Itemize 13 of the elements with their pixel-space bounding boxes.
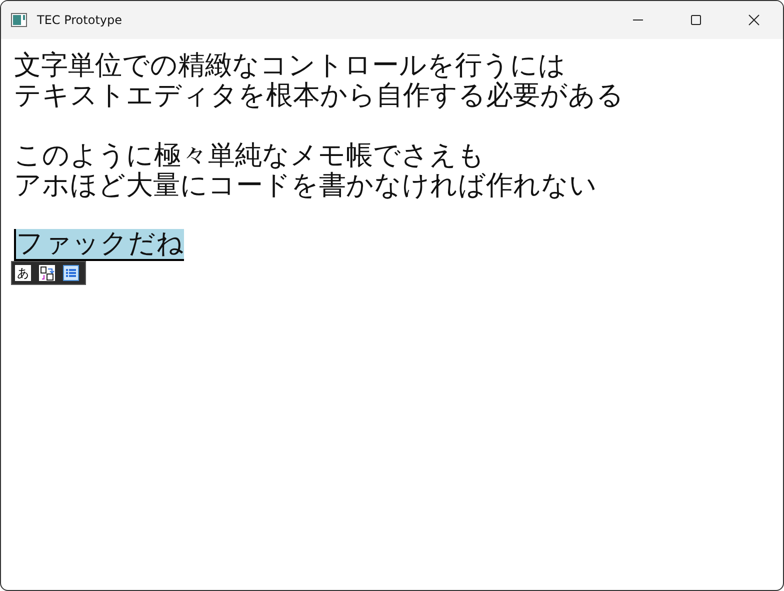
convert-icon[interactable] — [39, 265, 55, 281]
text-line: このように極々単純なメモ帳でさえも — [14, 141, 486, 171]
input-mode-button[interactable]: あ — [15, 265, 31, 281]
list-icon[interactable] — [63, 265, 79, 281]
window-title: TEC Prototype — [37, 13, 122, 27]
maximize-icon — [690, 14, 702, 26]
text-editor[interactable]: 文字単位での精緻なコントロールを行うには テキストエディタを根本から自作する必要がある このように極々単純なメモ帳でさえも アホほど大量にコードを書かなければ作れない ファックだね あ — [1, 39, 783, 590]
app-icon — [11, 13, 27, 27]
close-icon — [748, 14, 760, 26]
text-line: アホほど大量にコードを書かなければ作れない — [14, 171, 598, 201]
text-line: テキストエディタを根本から自作する必要がある — [14, 81, 625, 111]
text-line: 文字単位での精緻なコントロールを行うには — [14, 51, 567, 81]
composition-text: ファックだね — [14, 229, 184, 261]
